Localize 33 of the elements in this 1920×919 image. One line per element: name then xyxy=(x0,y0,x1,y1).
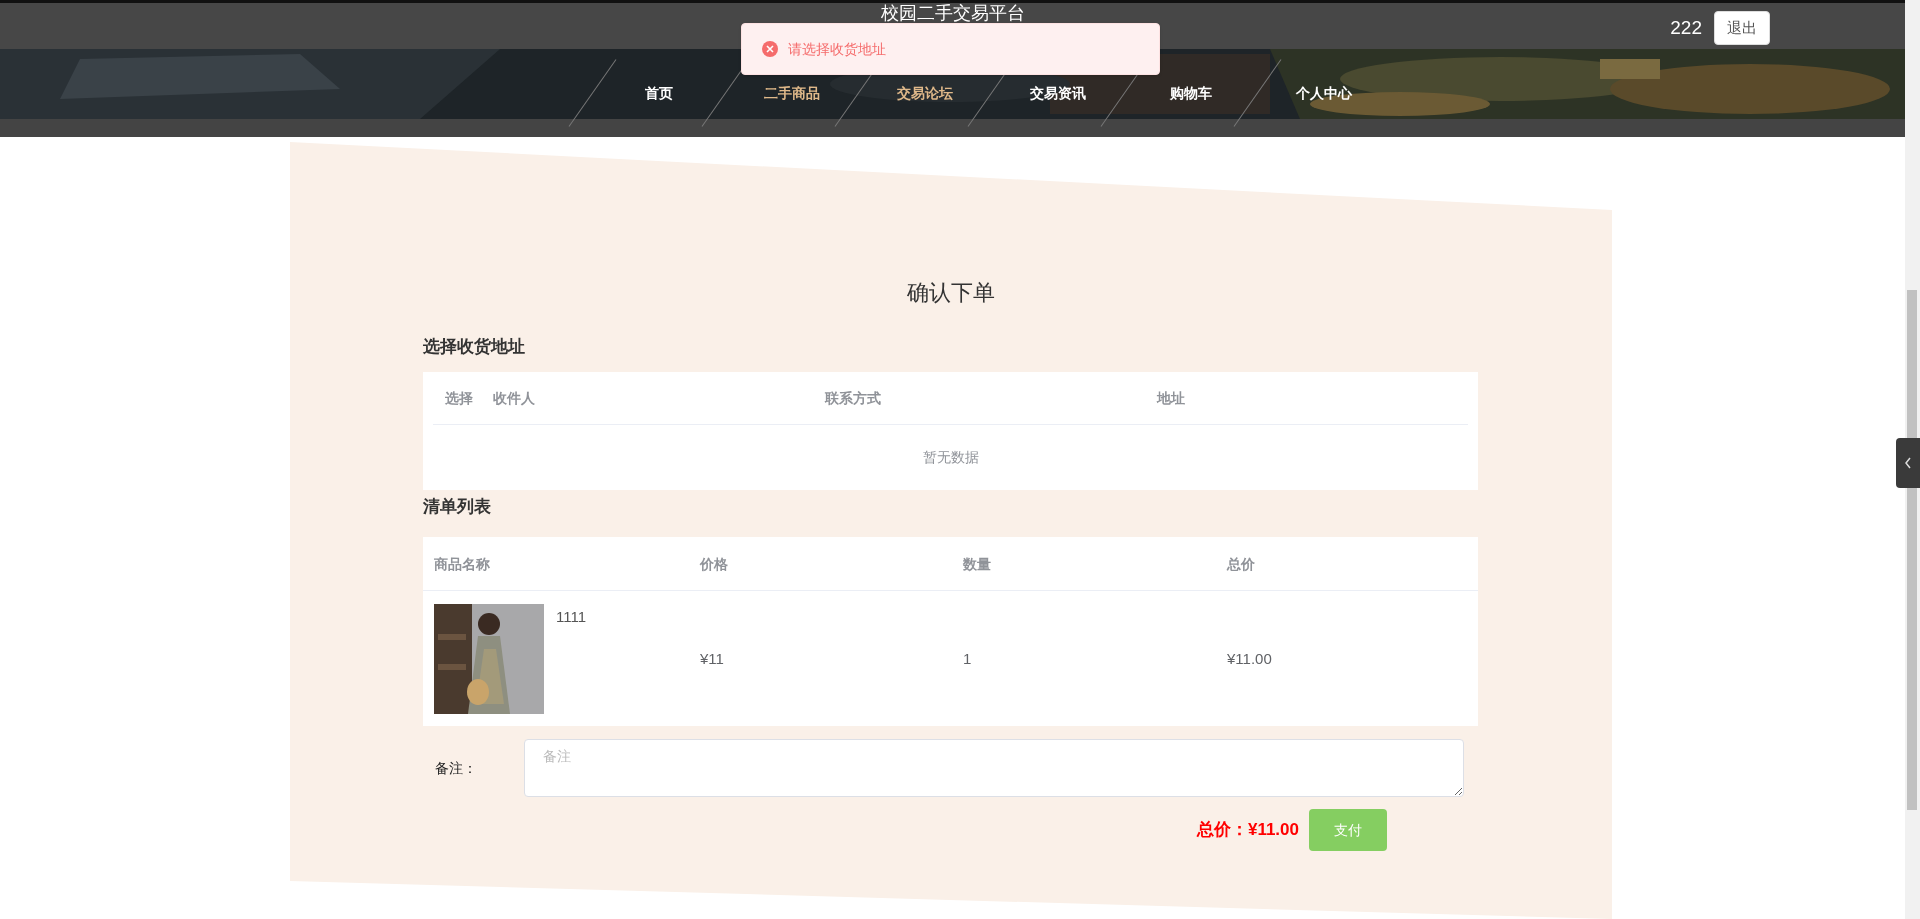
logout-button[interactable]: 退出 xyxy=(1714,11,1770,45)
column-header: 收件人 xyxy=(493,390,535,406)
section-heading: 清单列表 xyxy=(423,496,492,518)
total-price: 总价：¥11.00 xyxy=(1196,819,1299,842)
side-panel-toggle[interactable] xyxy=(1896,438,1920,488)
error-icon xyxy=(762,41,778,57)
column-header: 数量 xyxy=(963,555,991,572)
site-title: 校园二手交易平台 xyxy=(880,4,1025,22)
column-header: 选择 xyxy=(445,390,473,406)
remark-field[interactable]: 备注 xyxy=(524,739,1464,797)
nav-link[interactable]: 交易论坛 xyxy=(861,82,989,104)
table-cell: ¥11 xyxy=(700,649,724,667)
username: 222 xyxy=(1670,15,1702,40)
section-heading: 选择收货地址 xyxy=(423,336,526,358)
error-message: 请选择收货地址 xyxy=(741,23,1160,75)
scrollbar[interactable] xyxy=(1905,0,1920,919)
product-name: 1111 xyxy=(556,606,587,627)
column-header: 地址 xyxy=(1157,390,1185,406)
column-header: 价格 xyxy=(700,555,728,572)
nav-link[interactable]: 首页 xyxy=(595,82,723,104)
remark-label: 备注： xyxy=(434,758,478,778)
nav-link[interactable]: 交易资讯 xyxy=(994,82,1122,104)
empty-text: 暂无数据 xyxy=(922,447,979,467)
column-header: 总价 xyxy=(1227,555,1255,572)
table-cell: 1 xyxy=(963,649,972,667)
column-header: 商品名称 xyxy=(434,555,490,572)
table-cell: ¥11.00 xyxy=(1227,649,1272,667)
nav-link[interactable]: 二手商品 xyxy=(728,82,856,104)
chevron-left-icon xyxy=(1904,457,1912,469)
page-title: 确认下单 xyxy=(905,279,996,307)
nav-link[interactable]: 购物车 xyxy=(1127,82,1255,104)
column-header: 联系方式 xyxy=(825,390,881,406)
nav-link[interactable]: 个人中心 xyxy=(1260,82,1388,104)
